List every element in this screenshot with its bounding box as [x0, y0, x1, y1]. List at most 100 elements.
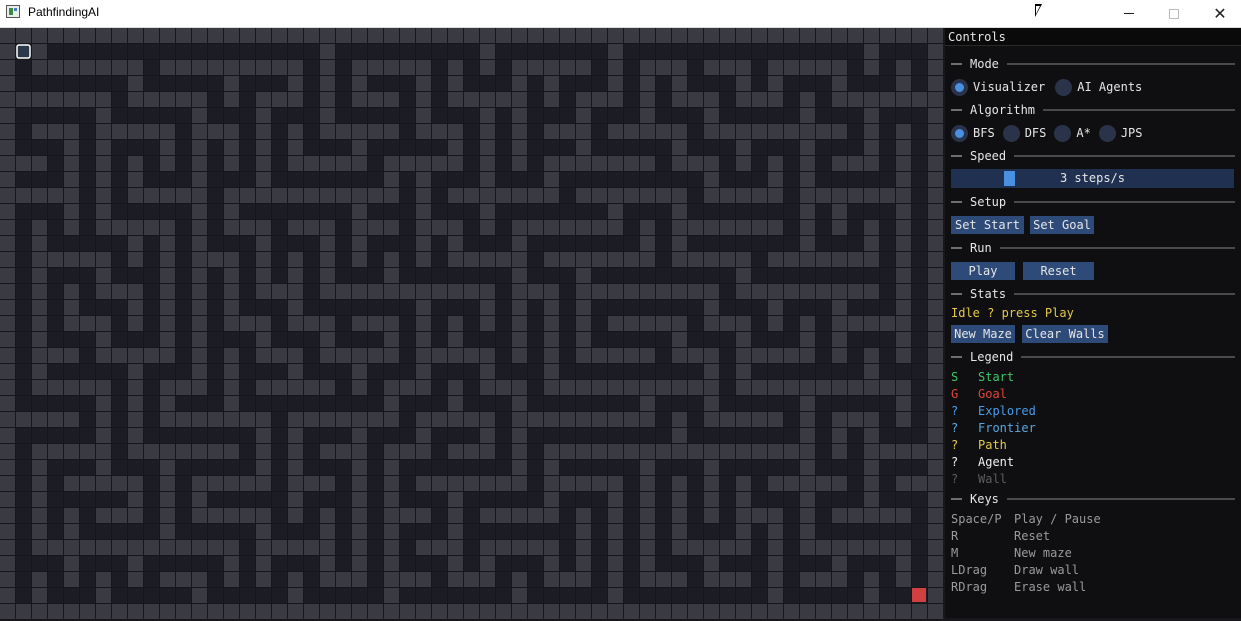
wall-cell[interactable]	[768, 300, 783, 315]
open-cell[interactable]	[528, 108, 543, 123]
wall-cell[interactable]	[288, 92, 303, 107]
open-cell[interactable]	[624, 572, 639, 587]
wall-cell[interactable]	[320, 508, 335, 523]
wall-cell[interactable]	[384, 412, 399, 427]
open-cell[interactable]	[320, 172, 335, 187]
open-cell[interactable]	[576, 364, 591, 379]
wall-cell[interactable]	[384, 604, 399, 619]
wall-cell[interactable]	[32, 492, 47, 507]
open-cell[interactable]	[768, 332, 783, 347]
wall-cell[interactable]	[800, 140, 815, 155]
open-cell[interactable]	[336, 364, 351, 379]
open-cell[interactable]	[720, 364, 735, 379]
open-cell[interactable]	[912, 556, 927, 571]
wall-cell[interactable]	[192, 204, 207, 219]
open-cell[interactable]	[560, 44, 575, 59]
open-cell[interactable]	[656, 236, 671, 251]
wall-cell[interactable]	[768, 572, 783, 587]
wall-cell[interactable]	[464, 252, 479, 267]
open-cell[interactable]	[208, 524, 223, 539]
wall-cell[interactable]	[464, 92, 479, 107]
open-cell[interactable]	[848, 428, 863, 443]
open-cell[interactable]	[160, 172, 175, 187]
wall-cell[interactable]	[208, 60, 223, 75]
open-cell[interactable]	[672, 588, 687, 603]
wall-cell[interactable]	[272, 188, 287, 203]
wall-cell[interactable]	[896, 556, 911, 571]
open-cell[interactable]	[16, 396, 31, 411]
wall-cell[interactable]	[352, 476, 367, 491]
open-cell[interactable]	[144, 556, 159, 571]
wall-cell[interactable]	[432, 220, 447, 235]
wall-cell[interactable]	[272, 380, 287, 395]
open-cell[interactable]	[896, 460, 911, 475]
open-cell[interactable]	[464, 220, 479, 235]
wall-cell[interactable]	[512, 380, 527, 395]
wall-cell[interactable]	[928, 108, 943, 123]
wall-cell[interactable]	[64, 412, 79, 427]
wall-cell[interactable]	[656, 124, 671, 139]
open-cell[interactable]	[624, 588, 639, 603]
wall-cell[interactable]	[752, 220, 767, 235]
wall-cell[interactable]	[784, 124, 799, 139]
open-cell[interactable]	[400, 236, 415, 251]
wall-cell[interactable]	[864, 252, 879, 267]
wall-cell[interactable]	[592, 604, 607, 619]
open-cell[interactable]	[208, 300, 223, 315]
wall-cell[interactable]	[32, 188, 47, 203]
open-cell[interactable]	[16, 444, 31, 459]
set-goal-button[interactable]: Set Goal	[1030, 216, 1094, 234]
wall-cell[interactable]	[416, 108, 431, 123]
open-cell[interactable]	[880, 124, 895, 139]
open-cell[interactable]	[128, 204, 143, 219]
wall-cell[interactable]	[832, 380, 847, 395]
wall-cell[interactable]	[464, 476, 479, 491]
open-cell[interactable]	[560, 556, 575, 571]
open-cell[interactable]	[144, 156, 159, 171]
wall-cell[interactable]	[800, 460, 815, 475]
wall-cell[interactable]	[720, 252, 735, 267]
open-cell[interactable]	[752, 332, 767, 347]
open-cell[interactable]	[336, 428, 351, 443]
wall-cell[interactable]	[448, 124, 463, 139]
wall-cell[interactable]	[544, 28, 559, 43]
wall-cell[interactable]	[256, 604, 271, 619]
open-cell[interactable]	[240, 108, 255, 123]
open-cell[interactable]	[576, 460, 591, 475]
open-cell[interactable]	[48, 220, 63, 235]
wall-cell[interactable]	[448, 556, 463, 571]
wall-cell[interactable]	[0, 124, 15, 139]
wall-cell[interactable]	[448, 316, 463, 331]
open-cell[interactable]	[448, 460, 463, 475]
wall-cell[interactable]	[384, 316, 399, 331]
open-cell[interactable]	[896, 364, 911, 379]
open-cell[interactable]	[656, 588, 671, 603]
open-cell[interactable]	[16, 476, 31, 491]
open-cell[interactable]	[592, 428, 607, 443]
open-cell[interactable]	[624, 300, 639, 315]
wall-cell[interactable]	[128, 492, 143, 507]
wall-cell[interactable]	[368, 60, 383, 75]
wall-cell[interactable]	[208, 476, 223, 491]
wall-cell[interactable]	[352, 284, 367, 299]
open-cell[interactable]	[512, 44, 527, 59]
open-cell[interactable]	[720, 428, 735, 443]
open-cell[interactable]	[208, 316, 223, 331]
wall-cell[interactable]	[512, 108, 527, 123]
wall-cell[interactable]	[640, 572, 655, 587]
wall-cell[interactable]	[416, 252, 431, 267]
wall-cell[interactable]	[816, 124, 831, 139]
wall-cell[interactable]	[896, 268, 911, 283]
wall-cell[interactable]	[928, 556, 943, 571]
open-cell[interactable]	[688, 332, 703, 347]
wall-cell[interactable]	[768, 76, 783, 91]
wall-cell[interactable]	[288, 316, 303, 331]
open-cell[interactable]	[336, 588, 351, 603]
open-cell[interactable]	[896, 44, 911, 59]
open-cell[interactable]	[608, 364, 623, 379]
open-cell[interactable]	[80, 396, 95, 411]
wall-cell[interactable]	[192, 540, 207, 555]
wall-cell[interactable]	[304, 188, 319, 203]
open-cell[interactable]	[80, 460, 95, 475]
wall-cell[interactable]	[448, 444, 463, 459]
